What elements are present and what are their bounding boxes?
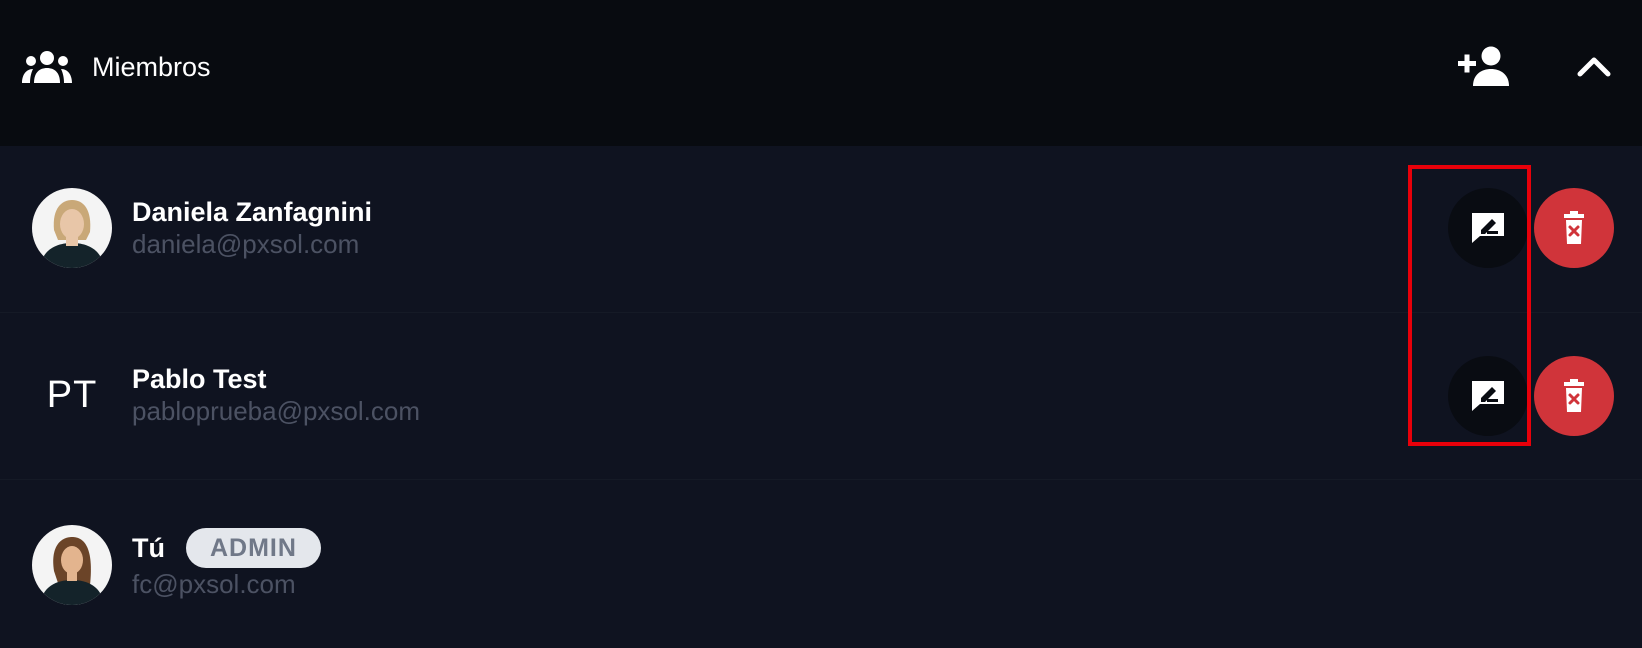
member-email: fc@pxsol.com (132, 569, 296, 599)
trash-icon (1564, 379, 1584, 412)
delete-member-button[interactable] (1534, 188, 1614, 268)
avatar (32, 525, 112, 605)
member-row: Daniela Zanfagnini daniela@pxsol.com (0, 146, 1642, 313)
delete-member-button[interactable] (1534, 356, 1614, 436)
admin-badge: ADMIN (186, 528, 321, 568)
member-row: PT Pablo Test pabloprueba@pxsol.com (0, 313, 1642, 480)
member-email: pabloprueba@pxsol.com (132, 396, 421, 426)
edit-member-button[interactable] (1448, 188, 1528, 268)
edit-member-button[interactable] (1448, 356, 1528, 436)
person-add-icon[interactable] (1458, 46, 1510, 86)
member-name: Tú (132, 533, 165, 563)
member-email: daniela@pxsol.com (132, 229, 360, 259)
edit-comment-icon (1472, 213, 1504, 243)
members-header: Miembros (0, 0, 1642, 146)
chevron-up-icon[interactable] (1574, 48, 1614, 84)
trash-icon (1564, 211, 1584, 244)
edit-comment-icon (1472, 381, 1504, 411)
member-name: Daniela Zanfagnini (132, 197, 373, 227)
page-title: Miembros (92, 52, 211, 82)
members-panel: Miembros Daniela Zanfagnini daniela@pxso… (0, 0, 1642, 648)
member-name: Pablo Test (132, 364, 267, 394)
group-icon (22, 51, 72, 83)
avatar-initials: PT (46, 374, 98, 416)
member-row: Tú ADMIN fc@pxsol.com (0, 480, 1642, 648)
avatar (32, 188, 112, 268)
